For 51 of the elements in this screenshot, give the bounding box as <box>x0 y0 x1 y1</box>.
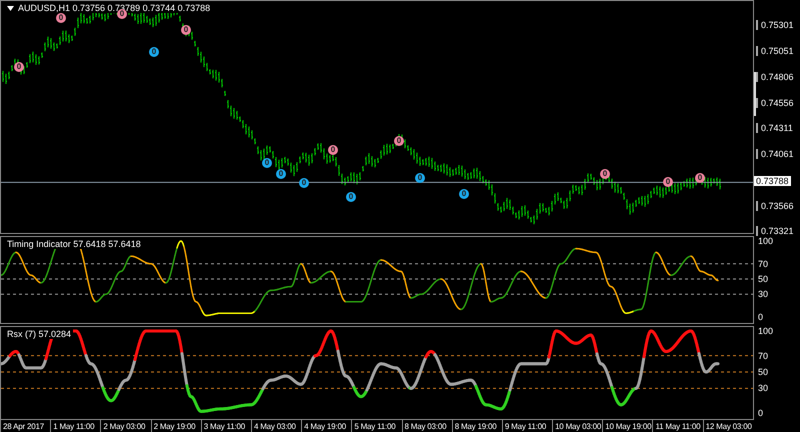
time-label: 10 May 03:00 <box>552 420 602 432</box>
time-label: 9 May 11:00 <box>502 420 552 432</box>
time-label: 8 May 19:00 <box>452 420 502 432</box>
time-label: 2 May 19:00 <box>150 420 201 432</box>
price-label: 0.75051 <box>756 46 794 56</box>
time-label: 3 May 11:00 <box>200 420 251 432</box>
time-label: 11 May 11:00 <box>652 420 703 432</box>
signal-marker: 0 <box>346 192 356 202</box>
level-label: 30 <box>758 289 768 300</box>
price-label: 0.74061 <box>756 149 794 159</box>
time-label: 2 May 03:00 <box>100 420 151 432</box>
signal-marker: 0 <box>276 169 286 179</box>
scale-marker[interactable] <box>754 72 756 116</box>
signal-marker: 0 <box>262 158 272 168</box>
time-label: 4 May 19:00 <box>301 420 352 432</box>
level-label: 70 <box>758 350 768 361</box>
level-label: 100 <box>758 236 774 246</box>
signal-marker: 0 <box>394 136 404 146</box>
price-label: 0.73321 <box>756 226 794 236</box>
signal-marker: 0 <box>14 62 24 72</box>
price-label: 0.75301 <box>756 20 794 30</box>
time-label: 5 May 11:00 <box>351 420 402 432</box>
indicator-label: Timing Indicator 57.6418 57.6418 <box>7 239 141 249</box>
level-label: 0 <box>758 408 764 418</box>
time-label: 8 May 03:00 <box>402 420 452 432</box>
level-label: 50 <box>758 274 768 284</box>
level-label: 100 <box>758 326 774 336</box>
price-label: 0.74311 <box>756 123 793 133</box>
signal-marker: 0 <box>663 177 673 187</box>
signal-marker: 0 <box>695 173 705 183</box>
signal-marker: 0 <box>181 25 191 35</box>
time-label: 12 May 03:00 <box>702 420 753 432</box>
dropdown-icon[interactable] <box>7 6 14 10</box>
level-label: 0 <box>758 312 764 322</box>
indicator-label: Rsx (7) 57.0284 <box>7 329 72 339</box>
time-label: 1 May 11:00 <box>50 420 100 432</box>
signal-marker: 0 <box>149 47 159 57</box>
signal-marker: 0 <box>299 178 309 188</box>
signal-marker: 0 <box>415 173 425 183</box>
signal-marker: 0 <box>600 169 610 179</box>
level-label: 50 <box>758 367 768 377</box>
time-label: 4 May 03:00 <box>250 420 302 432</box>
price-label: 0.73566 <box>756 200 794 210</box>
current-price-label: 0.73788 <box>754 176 791 186</box>
signal-marker: 0 <box>328 145 338 155</box>
level-label: 30 <box>758 383 768 394</box>
time-label: 10 May 19:00 <box>602 420 652 432</box>
time-label: 28 Apr 2017 <box>0 420 50 432</box>
level-label: 70 <box>758 258 768 269</box>
signal-marker: 0 <box>56 13 66 23</box>
signal-marker: 0 <box>459 189 469 199</box>
